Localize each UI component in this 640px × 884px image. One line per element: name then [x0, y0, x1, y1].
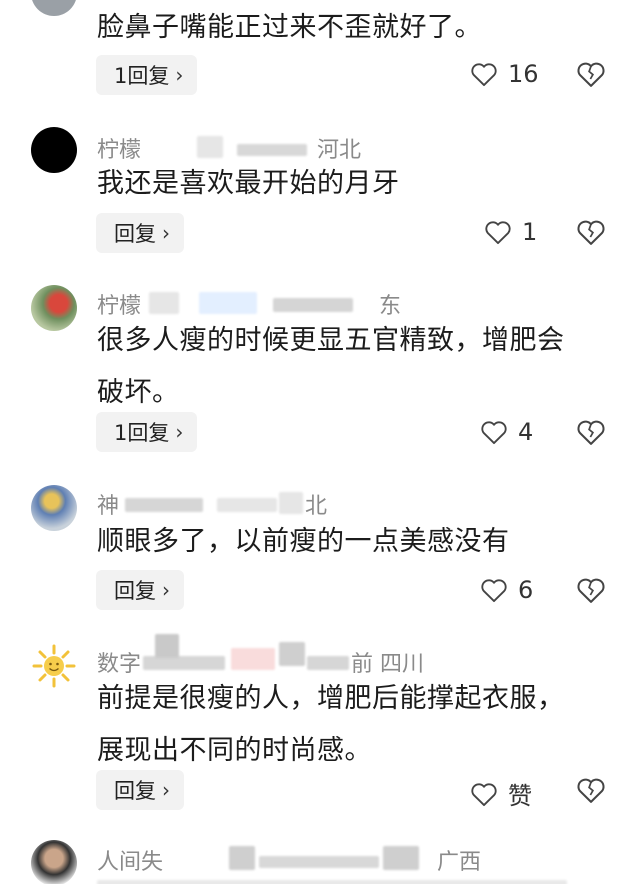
view-replies-button[interactable]: 1回复 ›	[96, 55, 198, 95]
redaction	[237, 144, 307, 156]
cut-off-text	[97, 880, 567, 884]
chevron-right-icon: ›	[162, 778, 170, 802]
heart-outline-icon	[481, 421, 507, 445]
redaction	[155, 634, 179, 658]
comment-text: 脸鼻子嘴能正过来不歪就好了。	[97, 12, 482, 43]
redaction	[143, 656, 225, 670]
like-button[interactable]: 1	[484, 218, 537, 246]
like-count: 6	[518, 576, 534, 604]
like-count: 4	[518, 418, 534, 446]
reply-label: 回复	[114, 222, 156, 246]
broken-heart-icon[interactable]	[576, 576, 606, 604]
avatar[interactable]	[31, 485, 77, 531]
comment-text: 我还是喜欢最开始的月牙	[97, 168, 400, 199]
redaction	[217, 498, 277, 512]
like-button[interactable]: 赞	[470, 776, 532, 811]
redaction	[149, 292, 179, 314]
location: 广西	[437, 850, 482, 875]
redaction	[279, 642, 305, 666]
broken-heart-icon[interactable]	[576, 218, 606, 246]
heart-outline-icon	[481, 579, 507, 603]
redaction	[229, 846, 255, 870]
chevron-right-icon: ›	[175, 63, 184, 87]
redaction	[273, 298, 353, 312]
like-count: 1	[522, 218, 538, 246]
avatar[interactable]	[31, 840, 77, 884]
comment-text: 很多人瘦的时候更显五官精致，增肥会 破坏。	[97, 315, 607, 419]
comment-meta: 人间失 广西	[97, 844, 481, 876]
broken-heart-icon[interactable]	[576, 776, 606, 804]
redaction	[307, 656, 349, 670]
view-replies-button[interactable]: 1回复 ›	[96, 412, 198, 452]
like-count: 赞	[508, 782, 532, 810]
reply-label: 回复	[114, 779, 156, 803]
avatar[interactable]	[31, 643, 77, 689]
redaction	[125, 498, 203, 512]
username[interactable]: 人间失	[97, 850, 163, 875]
like-button[interactable]: 4	[480, 418, 533, 446]
reply-label: 1回复	[114, 64, 170, 88]
avatar[interactable]	[31, 0, 77, 16]
avatar[interactable]	[31, 285, 77, 331]
comment-text: 前提是很瘦的人，增肥后能撑起衣服， 展现出不同的时尚感。	[97, 673, 607, 777]
reply-button[interactable]: 回复 ›	[96, 770, 184, 810]
chevron-right-icon: ›	[175, 420, 184, 444]
reply-button[interactable]: 回复 ›	[96, 570, 184, 610]
redaction	[197, 136, 223, 158]
like-button[interactable]: 16	[470, 60, 539, 88]
text-line: 很多人瘦的时候更显五官精致，增肥会	[97, 325, 565, 356]
broken-heart-icon[interactable]	[576, 60, 606, 88]
redaction	[383, 846, 419, 870]
comment-text: 顺眼多了，以前瘦的一点美感没有	[97, 526, 510, 557]
broken-heart-icon[interactable]	[576, 418, 606, 446]
reply-label: 1回复	[114, 421, 170, 445]
redaction	[199, 292, 257, 314]
like-count: 16	[508, 60, 539, 88]
chevron-right-icon: ›	[162, 578, 170, 602]
chevron-right-icon: ›	[162, 221, 170, 245]
reply-label: 回复	[114, 579, 156, 603]
redaction	[231, 648, 275, 670]
heart-outline-icon	[471, 63, 497, 87]
redaction	[259, 856, 379, 868]
text-line: 前提是很瘦的人，增肥后能撑起衣服，	[97, 683, 565, 714]
avatar[interactable]	[31, 127, 77, 173]
reply-button[interactable]: 回复 ›	[96, 213, 184, 253]
redaction	[279, 492, 303, 514]
heart-outline-icon	[471, 782, 497, 806]
heart-outline-icon	[485, 221, 511, 245]
sun-avatar-icon	[32, 644, 76, 688]
like-button[interactable]: 6	[480, 576, 533, 604]
